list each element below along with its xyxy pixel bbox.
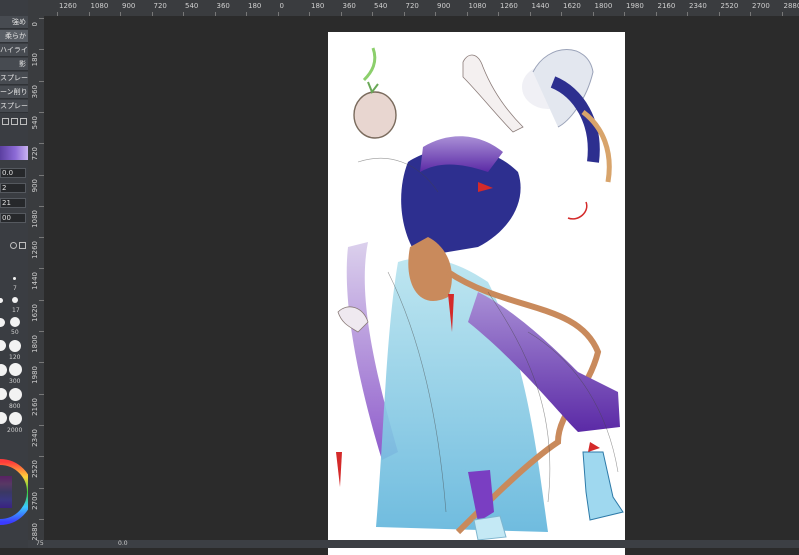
v-ruler-label: 360 <box>31 85 39 98</box>
brush-item-soft[interactable]: 柔らか <box>0 30 28 43</box>
vertical-ruler: 0 180 360 540 720 900 1080 1260 1440 1620 1800 1980… <box>28 16 45 548</box>
brush-size-300-dot[interactable] <box>9 363 22 376</box>
h-ruler-label: 2340 <box>689 2 707 10</box>
brush-settings-icon[interactable] <box>10 242 17 249</box>
h-ruler-label: 540 <box>374 2 387 10</box>
brush-size-120-dot[interactable] <box>9 340 21 352</box>
brush-size-800-label: 800 <box>9 403 20 410</box>
v-ruler-label: 1800 <box>31 335 39 353</box>
h-ruler-label: 900 <box>437 2 450 10</box>
tool-property-panel: 強め 柔らか ハイライト 影 スプレー ーン削り スプレー 0.0 2 21 0… <box>0 0 28 548</box>
brush-size-dot[interactable] <box>0 364 7 376</box>
v-ruler-label: 1080 <box>31 210 39 228</box>
v-ruler-label: 0 <box>31 22 39 26</box>
h-ruler-label: 360 <box>217 2 230 10</box>
h-ruler-label: 900 <box>122 2 135 10</box>
h-ruler-label: 180 <box>248 2 261 10</box>
brush-size-50-label: 50 <box>11 329 19 336</box>
onion-object <box>354 48 396 138</box>
brush-size-dot[interactable] <box>0 340 6 351</box>
brush-size-dot[interactable] <box>0 318 5 327</box>
v-ruler-label: 2520 <box>31 460 39 478</box>
raised-hand <box>463 55 523 132</box>
v-ruler-label: 1260 <box>31 241 39 259</box>
h-ruler-label: 2160 <box>658 2 676 10</box>
head <box>522 50 609 183</box>
brush-size-50-dot[interactable] <box>10 317 20 327</box>
brush-item-spray-2[interactable]: スプレー <box>0 100 28 113</box>
v-ruler-label: 1620 <box>31 304 39 322</box>
brush-item-strong[interactable]: 強め <box>0 16 28 29</box>
v-ruler-label: 2880 <box>31 523 39 541</box>
brush-size-dot[interactable] <box>0 388 7 400</box>
brush-opacity-field[interactable]: 00 <box>0 213 26 223</box>
v-ruler-label: 2160 <box>31 398 39 416</box>
h-ruler-label: 180 <box>311 2 324 10</box>
h-ruler-label: 360 <box>343 2 356 10</box>
horizontal-ruler: 1260108090072054036018001803605407209001… <box>28 0 799 17</box>
h-ruler-label: 1620 <box>563 2 581 10</box>
character-illustration <box>328 32 625 555</box>
v-ruler-label: 1440 <box>31 272 39 290</box>
brush-item-tone-scrape[interactable]: ーン削り <box>0 86 28 99</box>
brush-size-7-label: 7 <box>13 285 17 292</box>
v-ruler-label: 180 <box>31 53 39 66</box>
v-ruler-label: 900 <box>31 179 39 192</box>
brush-item-shadow[interactable]: 影 <box>0 58 28 71</box>
v-ruler-label: 540 <box>31 116 39 129</box>
brush-size-300-label: 300 <box>9 378 20 385</box>
h-ruler-label: 1080 <box>91 2 109 10</box>
v-ruler-label: 1980 <box>31 366 39 384</box>
brush-size-dot[interactable] <box>0 412 7 424</box>
h-ruler-label: 1980 <box>626 2 644 10</box>
color-wheel[interactable] <box>0 452 28 532</box>
brush-size-field[interactable]: 0.0 <box>0 168 26 178</box>
duplicate-brush-icon[interactable] <box>11 118 18 125</box>
v-ruler-label: 720 <box>31 147 39 160</box>
brush-size-17-label: 17 <box>12 307 20 314</box>
rotation-angle[interactable]: 0.0 <box>118 540 128 548</box>
h-ruler-label: 1260 <box>500 2 518 10</box>
boot <box>583 452 623 520</box>
brush-size-800-dot[interactable] <box>9 388 22 401</box>
robe-skirt <box>376 258 548 532</box>
zoom-level[interactable]: 75 <box>36 540 44 548</box>
brush-size-2000-dot[interactable] <box>9 412 22 425</box>
artwork-canvas[interactable] <box>328 32 625 555</box>
h-ruler-label: 1080 <box>469 2 487 10</box>
brush-size-dot[interactable] <box>0 298 3 303</box>
h-ruler-label: 0 <box>280 2 284 10</box>
h-ruler-label: 1440 <box>532 2 550 10</box>
brush-stroke-preview <box>0 146 28 160</box>
h-ruler-label: 540 <box>185 2 198 10</box>
wrench-icon[interactable] <box>19 242 26 249</box>
status-bar: 75 0.0 <box>28 540 799 548</box>
h-ruler-label: 720 <box>406 2 419 10</box>
v-ruler-label: 2340 <box>31 429 39 447</box>
h-ruler-label: 2880 <box>784 2 799 10</box>
delete-brush-icon[interactable] <box>20 118 27 125</box>
brush-size-7-dot[interactable] <box>13 277 16 280</box>
brush-size-2000-label: 2000 <box>7 427 22 434</box>
brush-size-17-dot[interactable] <box>12 297 18 303</box>
brush-item-highlight[interactable]: ハイライト <box>0 44 28 57</box>
v-ruler-label: 2700 <box>31 492 39 510</box>
canvas-workspace[interactable] <box>44 16 799 540</box>
h-ruler-label: 2700 <box>752 2 770 10</box>
h-ruler-label: 1260 <box>59 2 77 10</box>
h-ruler-label: 2520 <box>721 2 739 10</box>
brush-item-spray[interactable]: スプレー <box>0 72 28 85</box>
brush-hardness-field[interactable]: 21 <box>0 198 26 208</box>
brush-density-field[interactable]: 2 <box>0 183 26 193</box>
h-ruler-label: 1800 <box>595 2 613 10</box>
new-brush-icon[interactable] <box>2 118 9 125</box>
shoe <box>474 516 506 540</box>
brush-size-120-label: 120 <box>9 354 20 361</box>
h-ruler-label: 720 <box>154 2 167 10</box>
